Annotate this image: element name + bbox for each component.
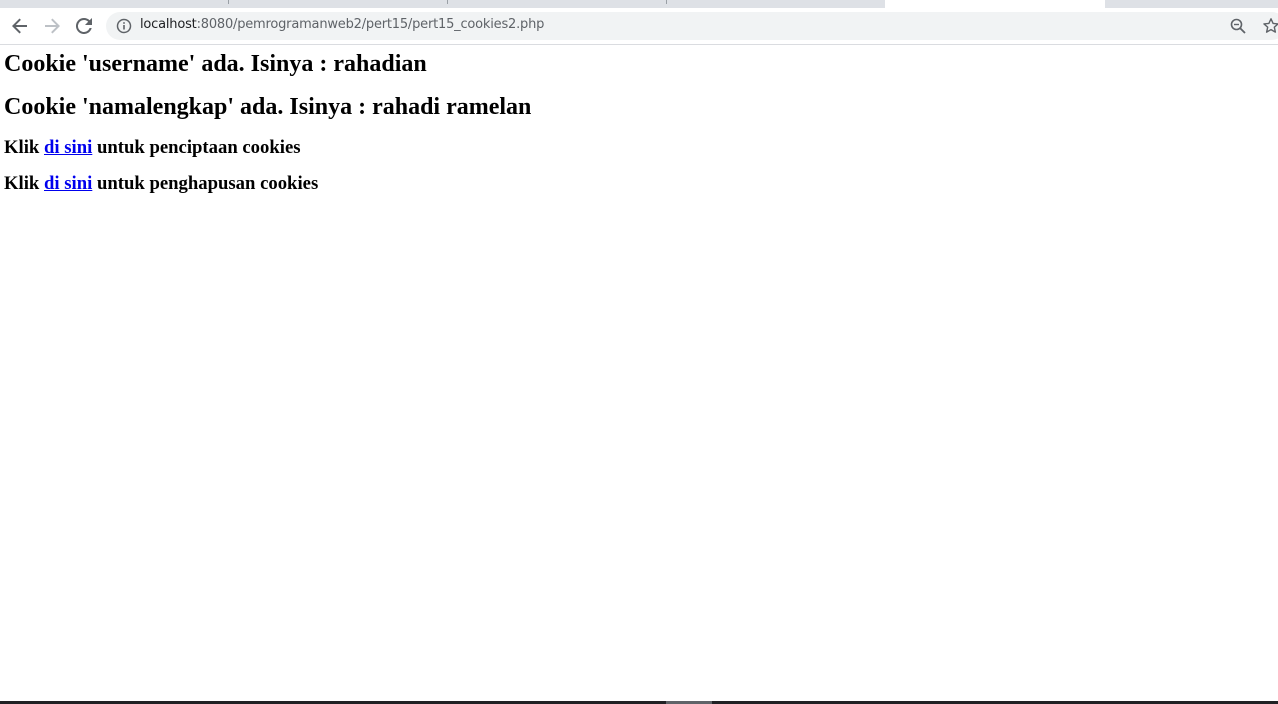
url-path: :8080/pemrogramanweb2/pert15/pert15_cook…	[196, 17, 545, 32]
tab-separator	[447, 0, 448, 4]
create-cookies-suffix: untuk penciptaan cookies	[92, 137, 301, 158]
tab-strip	[0, 0, 1278, 8]
info-icon[interactable]	[116, 18, 132, 34]
delete-cookies-suffix: untuk penghapusan cookies	[92, 173, 319, 194]
delete-cookies-line: Klik di sini untuk penghapusan cookies	[4, 173, 318, 195]
forward-button[interactable]	[38, 12, 66, 40]
bookmark-star-icon[interactable]	[1262, 17, 1278, 35]
create-cookies-prefix: Klik	[4, 137, 44, 158]
reload-icon	[76, 18, 92, 34]
page-content: Cookie 'username' ada. Isinya : rahadian…	[0, 45, 1278, 701]
arrow-left-icon	[12, 18, 27, 34]
tab-separator	[228, 0, 229, 4]
reload-button[interactable]	[70, 12, 98, 40]
address-bar[interactable]: localhost:8080/pemrogramanweb2/pert15/pe…	[106, 12, 1278, 40]
cookie-namalengkap-heading: Cookie 'namalengkap' ada. Isinya : rahad…	[4, 94, 532, 120]
active-tab[interactable]	[885, 0, 1105, 8]
url-text[interactable]: localhost:8080/pemrogramanweb2/pert15/pe…	[140, 17, 544, 32]
url-host: localhost	[140, 17, 197, 32]
back-button[interactable]	[6, 12, 34, 40]
delete-cookies-link[interactable]: di sini	[44, 173, 92, 194]
browser-toolbar: localhost:8080/pemrogramanweb2/pert15/pe…	[0, 8, 1278, 45]
create-cookies-line: Klik di sini untuk penciptaan cookies	[4, 137, 301, 159]
arrow-right-icon	[45, 18, 60, 34]
cookie-username-heading: Cookie 'username' ada. Isinya : rahadian	[4, 51, 427, 77]
create-cookies-link[interactable]: di sini	[44, 137, 92, 158]
zoom-icon[interactable]	[1230, 18, 1246, 34]
delete-cookies-prefix: Klik	[4, 173, 44, 194]
tab-separator	[666, 0, 667, 4]
